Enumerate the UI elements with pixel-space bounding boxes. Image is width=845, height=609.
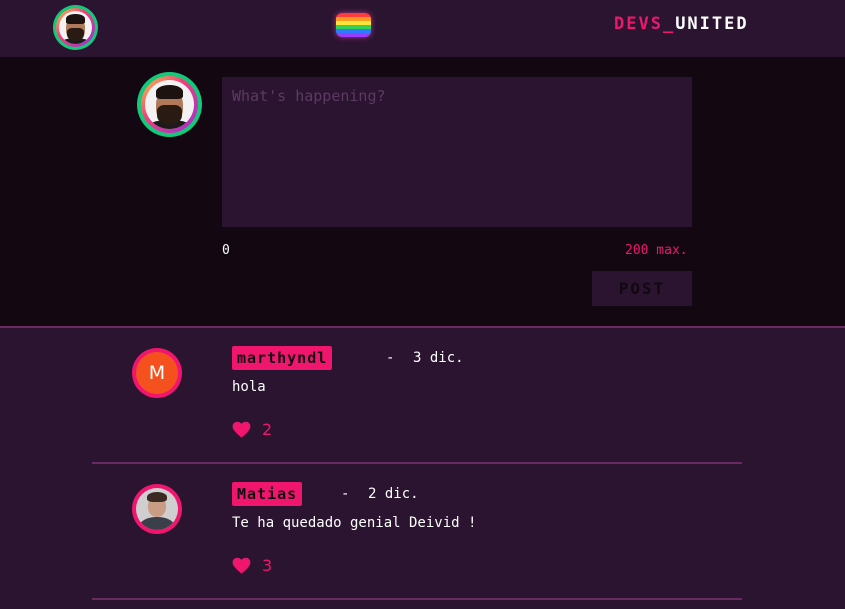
post-item: Matias - 2 dic. Te ha quedado genial Dei…	[92, 464, 742, 600]
like-button[interactable]: 3	[232, 556, 272, 575]
avatar-photo	[59, 11, 92, 44]
post-textarea[interactable]	[222, 77, 692, 227]
post-date: 2 dic.	[368, 486, 419, 502]
user-avatar[interactable]	[53, 5, 98, 50]
avatar-photo	[145, 80, 194, 129]
post-username[interactable]: marthyndl	[232, 346, 333, 370]
brand-part-united: UNITED	[675, 14, 749, 34]
heart-icon	[232, 421, 251, 438]
post-button[interactable]: POST	[592, 271, 692, 306]
top-header: DEVS_UNITED	[0, 0, 845, 57]
post-date: 3 dic.	[413, 350, 464, 366]
like-button[interactable]: 2	[232, 420, 272, 439]
post-text: Te ha quedado genial Deivid !	[232, 515, 477, 531]
like-count: 3	[262, 556, 273, 575]
post-separator: -	[341, 486, 350, 502]
brand-part-devs: DEVS_	[614, 14, 676, 34]
avatar-photo	[136, 488, 178, 530]
rainbow-flag-icon[interactable]	[336, 13, 371, 37]
char-count: 0	[222, 243, 230, 258]
post-username[interactable]: Matias	[232, 482, 303, 506]
post-item: M marthyndl - 3 dic. hola 2	[92, 328, 742, 464]
char-max-label: 200 max.	[625, 243, 688, 258]
composer: 0 200 max. POST	[0, 57, 845, 326]
post-separator: -	[386, 350, 395, 366]
post-avatar[interactable]: M	[132, 348, 182, 398]
avatar-letter: M	[136, 352, 178, 394]
post-text: hola	[232, 379, 266, 395]
heart-icon	[232, 557, 251, 574]
post-avatar[interactable]	[132, 484, 182, 534]
like-count: 2	[262, 420, 273, 439]
brand-logo[interactable]: DEVS_UNITED	[614, 14, 749, 34]
composer-avatar	[137, 72, 202, 137]
